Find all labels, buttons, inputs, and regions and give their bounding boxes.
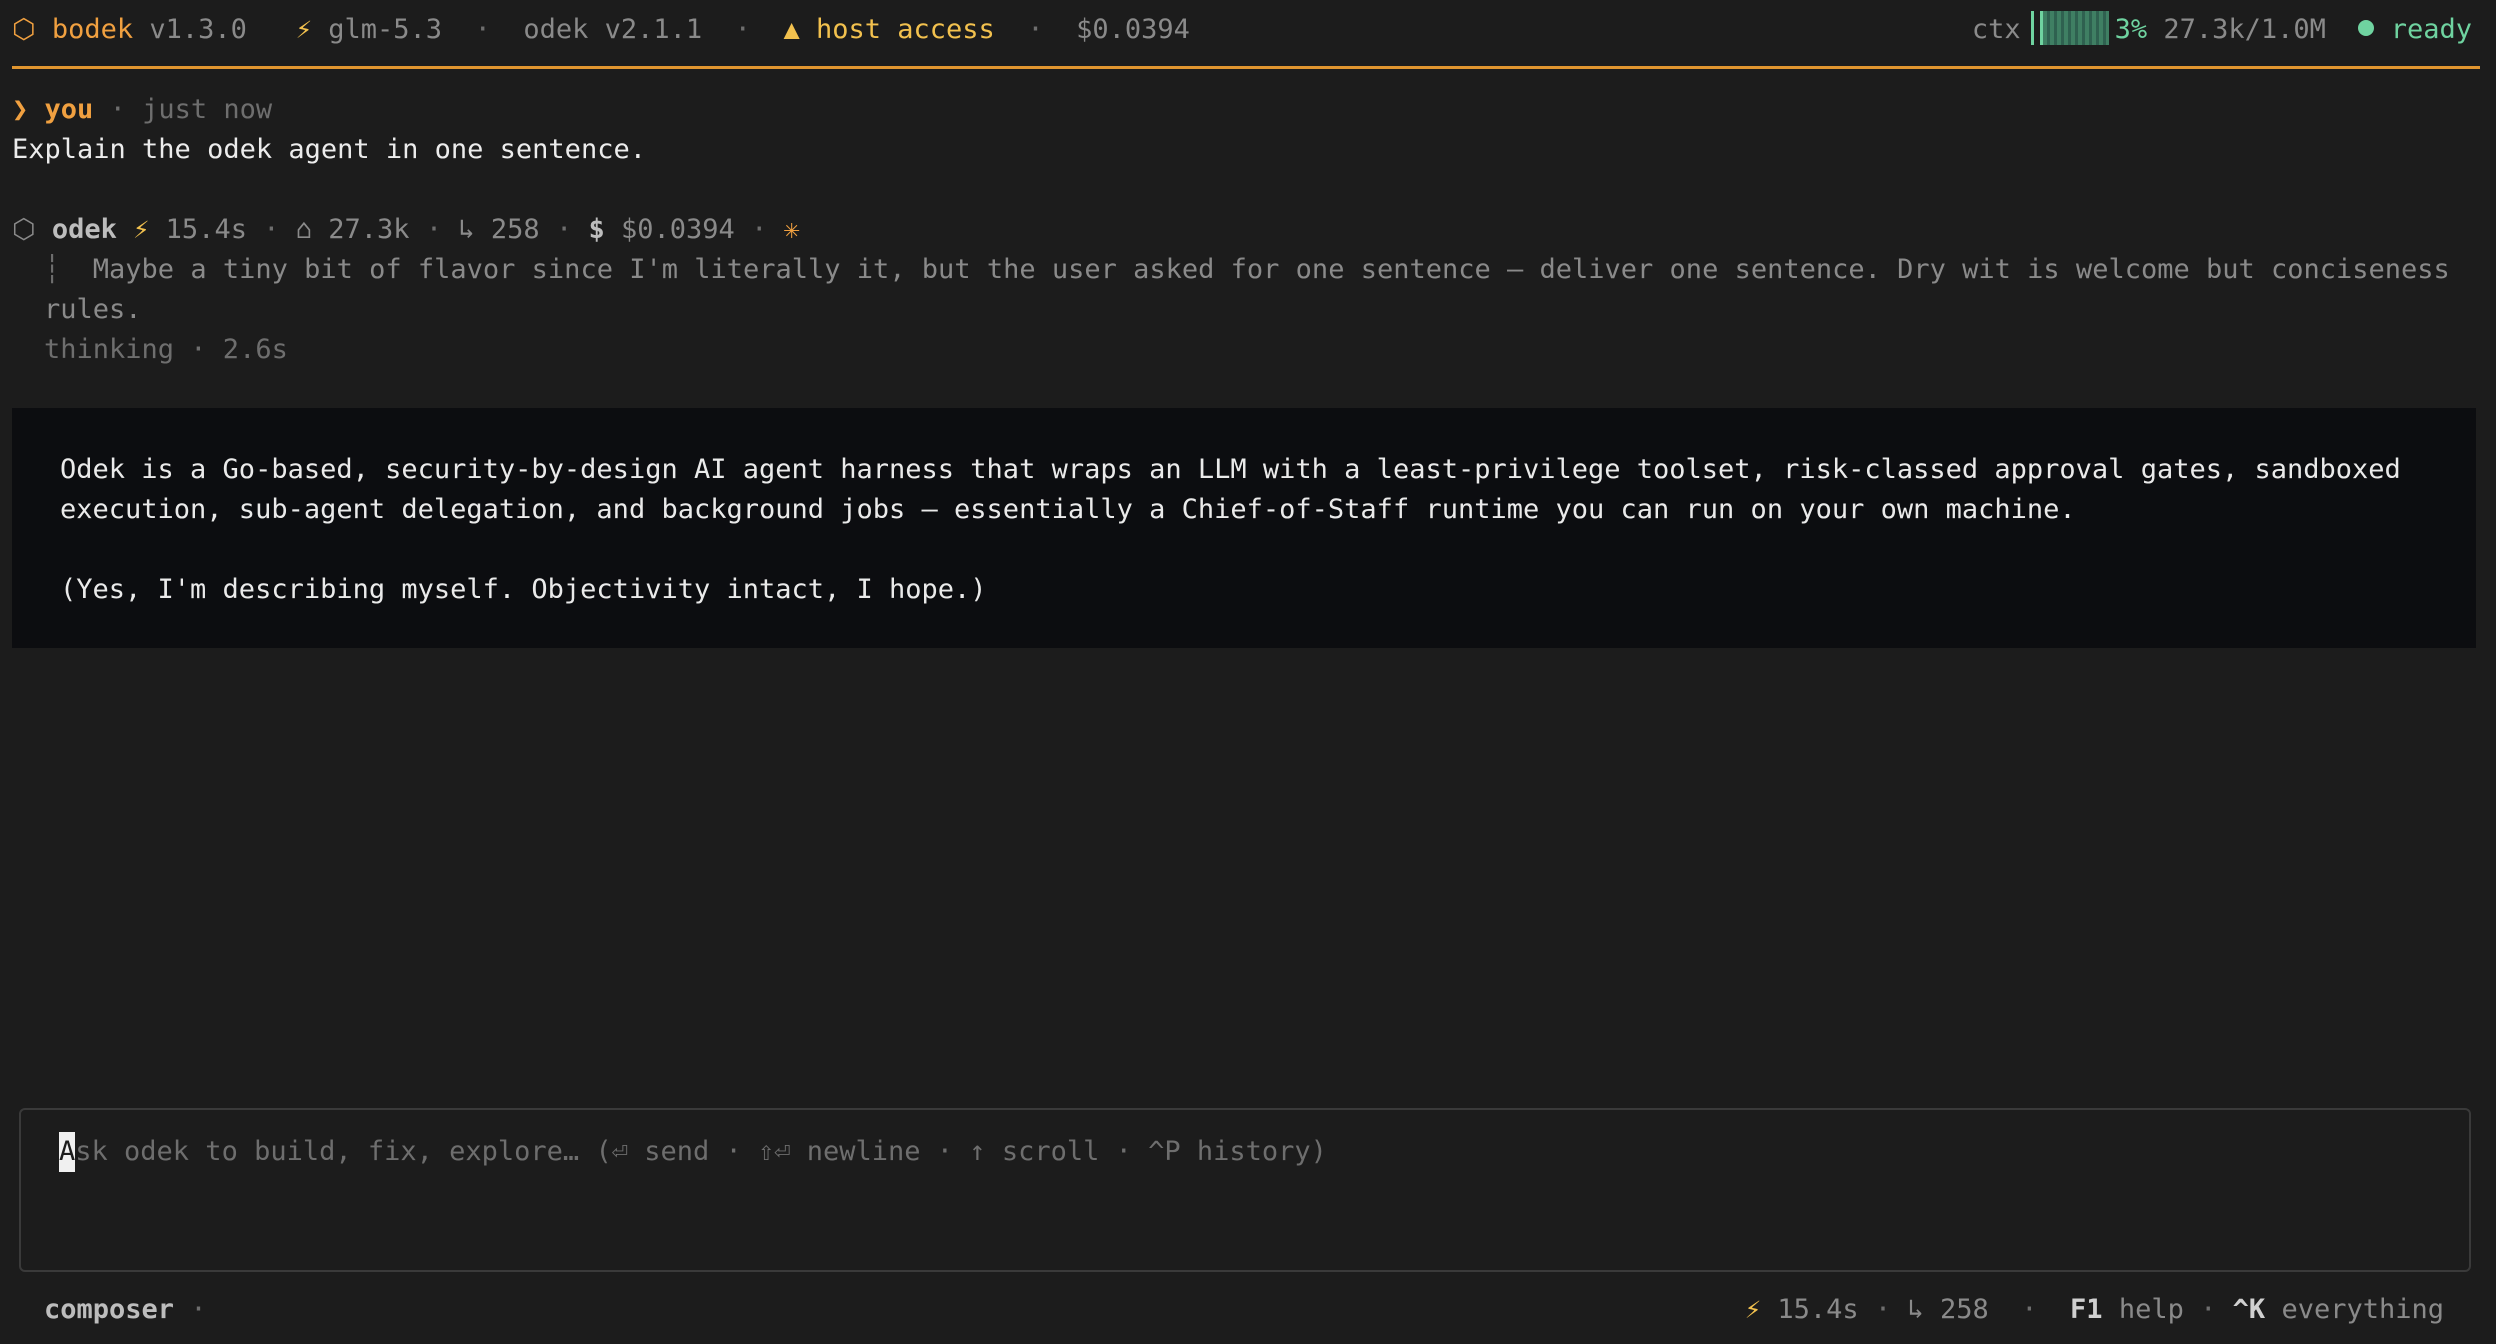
footer-right: ⚡ 15.4s · ↳ 258 · F1 help · ^K everythin… xyxy=(1744,1294,2444,1325)
session-cost: $0.0394 xyxy=(1076,14,1190,45)
agent-version: odek v2.1.1 xyxy=(523,14,703,45)
app-name: bodek xyxy=(51,14,134,45)
agent-author: odek xyxy=(51,214,117,245)
agent-cost: $0.0394 xyxy=(621,214,735,245)
user-message-text: Explain the odek agent in one sentence. xyxy=(12,134,646,165)
status-dot-icon xyxy=(2358,19,2375,36)
user-message-header: ❯ you · just now xyxy=(12,94,273,125)
app-version: v1.3.0 xyxy=(149,14,247,45)
dollar-icon: $ xyxy=(588,214,605,245)
answer-line-3: (Yes, I'm describing myself. Objectivity… xyxy=(60,574,987,605)
user-message-time: just now xyxy=(142,94,273,125)
status-text: ready xyxy=(2390,14,2472,45)
answer-line-2: execution, sub-agent delegation, and bac… xyxy=(60,494,2076,525)
thinking-status[interactable]: thinking · 2.6s xyxy=(44,330,288,370)
user-author: you xyxy=(44,94,94,125)
text-cursor: A xyxy=(59,1132,76,1172)
header-divider xyxy=(12,66,2480,69)
house-icon: ⌂ xyxy=(295,214,313,245)
warning-triangle-icon: ▲ xyxy=(783,14,800,45)
hexagon-icon: ⬡ xyxy=(12,14,36,45)
sparkle-icon: ✳ xyxy=(783,214,800,245)
agent-duration: 15.4s xyxy=(165,214,247,245)
ctx-usage-bar xyxy=(2039,10,2109,45)
footer-left: composer · xyxy=(44,1294,207,1325)
prompt-chevron-icon: ❯ xyxy=(12,94,29,125)
composer-input[interactable]: Ask odek to build, fix, explore… (⏎ send… xyxy=(59,1132,2439,1172)
answer-line-1: Odek is a Go-based, security-by-design A… xyxy=(60,454,2401,485)
ctx-separator xyxy=(2030,10,2034,45)
thinking-line-2: rules. xyxy=(44,294,142,325)
mode-label: composer xyxy=(44,1294,175,1325)
status-header: ⬡ bodek v1.3.0 ⚡ glm-5.3 · odek v2.1.1 ·… xyxy=(12,10,2484,50)
agent-answer-block: Odek is a Go-based, security-by-design A… xyxy=(12,408,2476,648)
agent-tokens-in: 27.3k xyxy=(328,214,410,245)
ctx-label: ctx xyxy=(1971,14,2021,45)
host-access-badge: host access xyxy=(815,14,995,45)
composer-placeholder: sk odek to build, fix, explore… (⏎ send … xyxy=(75,1136,1327,1167)
everything-shortcut[interactable]: ^K everything xyxy=(2233,1294,2444,1325)
lightning-icon: ⚡ xyxy=(1744,1294,1762,1325)
agent-message-header: ⬡ odek ⚡ 15.4s · ⌂ 27.3k · ↳ 258 · $ $0.… xyxy=(12,214,800,245)
composer-box[interactable]: Ask odek to build, fix, explore… (⏎ send… xyxy=(19,1108,2471,1272)
model-name[interactable]: glm-5.3 xyxy=(328,14,442,45)
thinking-line-1: ┆ Maybe a tiny bit of flavor since I'm l… xyxy=(44,254,2450,285)
return-arrow-icon: ↳ xyxy=(1907,1294,1924,1325)
ctx-tokens: 27.3k/1.0M xyxy=(2163,14,2326,45)
help-shortcut[interactable]: F1 help xyxy=(2070,1294,2184,1325)
header-right: ctx 3% 27.3k/1.0M ready xyxy=(1972,10,2472,50)
lightning-icon: ⚡ xyxy=(133,214,150,245)
return-arrow-icon: ↳ xyxy=(458,214,475,245)
footer-duration: 15.4s xyxy=(1777,1294,1859,1325)
agent-tokens-out: 258 xyxy=(490,214,540,245)
thinking-bar-icon: ┆ xyxy=(44,254,61,285)
hexagon-icon: ⬡ xyxy=(12,214,36,245)
footer-tokens-out: 258 xyxy=(1939,1294,1989,1325)
terminal-window: ⬡ bodek v1.3.0 ⚡ glm-5.3 · odek v2.1.1 ·… xyxy=(0,0,2496,1344)
lightning-icon: ⚡ xyxy=(295,14,312,45)
ctx-percent: 3% xyxy=(2114,14,2148,45)
header-left: ⬡ bodek v1.3.0 ⚡ glm-5.3 · odek v2.1.1 ·… xyxy=(12,14,1190,45)
